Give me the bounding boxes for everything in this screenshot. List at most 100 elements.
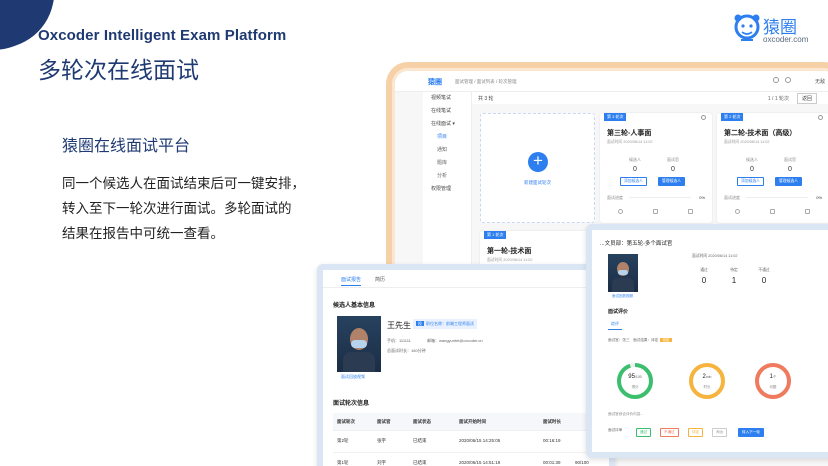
rounds-table: 面试轮次 面试官 面试状态 面试开始时间 面试时长 面 第2轮 张宇 已结束 2… — [333, 413, 609, 466]
ring-unit: min — [705, 375, 712, 379]
candidate-photo[interactable] — [337, 316, 381, 372]
section-subtitle: 猿圈在线面试平台 — [62, 136, 191, 155]
manage-candidate-button[interactable]: 管理候选人 — [658, 177, 685, 186]
round-tag: 第 2 轮次 — [721, 113, 744, 121]
round-tag: 第 1 轮次 — [484, 231, 507, 239]
cell-duration: 00:16:19 — [543, 438, 561, 443]
sidebar-item-online-exam[interactable]: 在线笔试 — [423, 105, 471, 118]
tab-interview-report[interactable]: 面试报告 — [341, 276, 362, 286]
progress-label: 面试进度 — [724, 195, 740, 200]
pagination[interactable]: 1 / 1 轮次 — [768, 95, 789, 102]
phone-text: 手机：111111 — [387, 338, 411, 343]
interview-result-panel: ...文员部：第五轮-多个面试官 面试回放视频 面试时间 2020/06/14 … — [586, 224, 828, 458]
duration-ring-arc — [689, 363, 725, 399]
tab-resume[interactable]: 简历 — [375, 276, 385, 283]
result-title: ...文员部：第五轮-多个面试官 — [600, 241, 673, 247]
description-line: 转入至下一轮次进行面试。多轮面试的 — [62, 201, 292, 217]
sidebar-item-online-interview[interactable]: 在线面试 ▾ — [423, 118, 471, 131]
count-value: 0 — [701, 276, 707, 285]
ring-caption: 问题 — [769, 385, 777, 389]
home-icon[interactable] — [773, 77, 779, 83]
mascot-icon — [734, 14, 760, 41]
replay-video-link[interactable]: 面试回放视频 — [612, 294, 633, 299]
add-candidate-button[interactable]: 添加候选人 — [737, 177, 764, 186]
add-round-card[interactable]: + 新建面试轮次 — [480, 113, 595, 223]
cell-score: 90/100 — [575, 460, 589, 465]
user-name[interactable]: 无敌 — [815, 78, 825, 85]
gear-icon[interactable] — [818, 115, 823, 120]
judge-text: 面试官：张三 面试结果：待定 — [608, 338, 659, 342]
section-title-basic-info: 候选人基本信息 — [333, 303, 376, 309]
stat-value: 0 — [633, 166, 637, 173]
table-row[interactable]: 第1轮 刘宇 已结束 2020/06/15 14:51:19 00:01:39 … — [333, 453, 609, 466]
tab-summary[interactable]: 综评 — [608, 321, 622, 330]
back-button[interactable]: 返回 — [796, 93, 817, 104]
edit-icon[interactable] — [653, 209, 658, 214]
ring-caption: 得分 — [631, 385, 639, 389]
manage-candidate-button[interactable]: 管理候选人 — [775, 177, 802, 186]
breadcrumb[interactable]: 面试管理 / 面试列表 / 轮次管理 — [455, 79, 517, 85]
duration-ring: 2min 时长 — [688, 362, 726, 400]
add-candidate-button[interactable]: 添加候选人 — [620, 177, 647, 186]
sidebar-item-permissions[interactable]: 权限管理 — [423, 183, 471, 196]
oxcoder-logo: 猿圈 oxcoder.com — [733, 11, 813, 45]
delete-icon[interactable] — [805, 209, 810, 214]
report-tabs: 面试报告 简历 — [323, 270, 609, 288]
pending-button[interactable]: 待定 — [688, 428, 704, 437]
gear-icon[interactable] — [701, 115, 706, 120]
candidate-name: 王先生 — [387, 321, 411, 330]
column-header: 面试轮次 — [337, 419, 355, 424]
sidebar-item-label: 在线面试 — [431, 121, 452, 127]
email-text: 邮箱：wangyunfei@oxcoder.cn — [427, 338, 483, 343]
evaluation-note: 面试官综合评价内容... — [608, 412, 644, 416]
sidebar-item-notices[interactable]: 通知 — [423, 144, 471, 157]
ring-value: 1个 — [754, 374, 792, 380]
replay-video-link[interactable]: 面试回放视频 — [341, 374, 365, 380]
question-ring-graphic — [755, 363, 791, 399]
next-round-button[interactable]: 转入下一轮 — [738, 428, 764, 437]
progress-label: 面试进度 — [607, 195, 623, 200]
rounds-count: 共 3 轮 — [478, 96, 494, 102]
count-pending: 待定 1 — [720, 268, 748, 285]
card-footer — [717, 207, 828, 217]
column-header: 面试时长 — [543, 419, 561, 424]
brand-english-title: Oxcoder Intelligent Exam Platform — [38, 27, 287, 44]
duration-ring-graphic — [689, 363, 725, 399]
table-row[interactable]: 第2轮 张宇 已结束 2020/06/15 14:25:05 00:16:19 — [333, 431, 609, 453]
pass-button[interactable]: 通过 — [636, 428, 652, 437]
description: 同一个候选人在面试结束后可一键安排， 转入至下一轮次进行面试。多轮面试的 结果在… — [62, 172, 322, 247]
delete-icon[interactable] — [688, 209, 693, 214]
cell-status: 已结束 — [413, 460, 427, 465]
eliminate-button[interactable]: 淘汰 — [712, 428, 728, 437]
user-icon[interactable] — [785, 77, 791, 83]
card-footer — [600, 207, 712, 217]
count-label: 不通过 — [758, 268, 770, 272]
app-logo[interactable]: 猿圈 — [428, 77, 442, 87]
cell-interviewer: 刘宇 — [377, 460, 386, 465]
sidebar-item-projects[interactable]: 项目 — [423, 131, 471, 144]
ring-number: 95 — [628, 374, 635, 380]
count-value: 1 — [731, 276, 737, 285]
round-card-2[interactable]: 第 2 轮次 第二轮-技术面（高级） 面试时间 2020/06/14 11:02… — [717, 113, 828, 223]
edit-icon[interactable] — [770, 209, 775, 214]
column-header: 面试开始时间 — [459, 419, 486, 424]
round-card-3[interactable]: 第 3 轮次 第三轮-人事面 面试时间 2020/06/14 11:02 候选人… — [600, 113, 712, 223]
column-header: 面试官 — [377, 419, 391, 424]
sidebar-item-analysis[interactable]: 分析 — [423, 170, 471, 183]
question-ring-arc — [755, 363, 791, 399]
sidebar-item-question-bank[interactable]: 题库 — [423, 157, 471, 170]
sidebar-item-video-exam[interactable]: 视频笔试 — [423, 92, 471, 105]
candidate-photo[interactable] — [608, 254, 638, 292]
view-icon[interactable] — [735, 209, 740, 214]
view-icon[interactable] — [618, 209, 623, 214]
fail-button[interactable]: 不通过 — [660, 428, 679, 437]
judge-line: 面试官：张三 面试结果：待定 待定 — [608, 338, 672, 343]
position-name: 职位名称：前端工程师面试 — [426, 321, 474, 326]
ring-value: 95/100 — [616, 374, 654, 380]
chevron-down-icon: ▾ — [452, 121, 455, 127]
score-ring-graphic — [617, 363, 653, 399]
round-name: 第三轮-人事面 — [607, 130, 652, 137]
logo-url: oxcoder.com — [763, 35, 809, 44]
cell-round: 第2轮 — [337, 438, 349, 443]
stat-label: 面试官 — [667, 157, 679, 162]
